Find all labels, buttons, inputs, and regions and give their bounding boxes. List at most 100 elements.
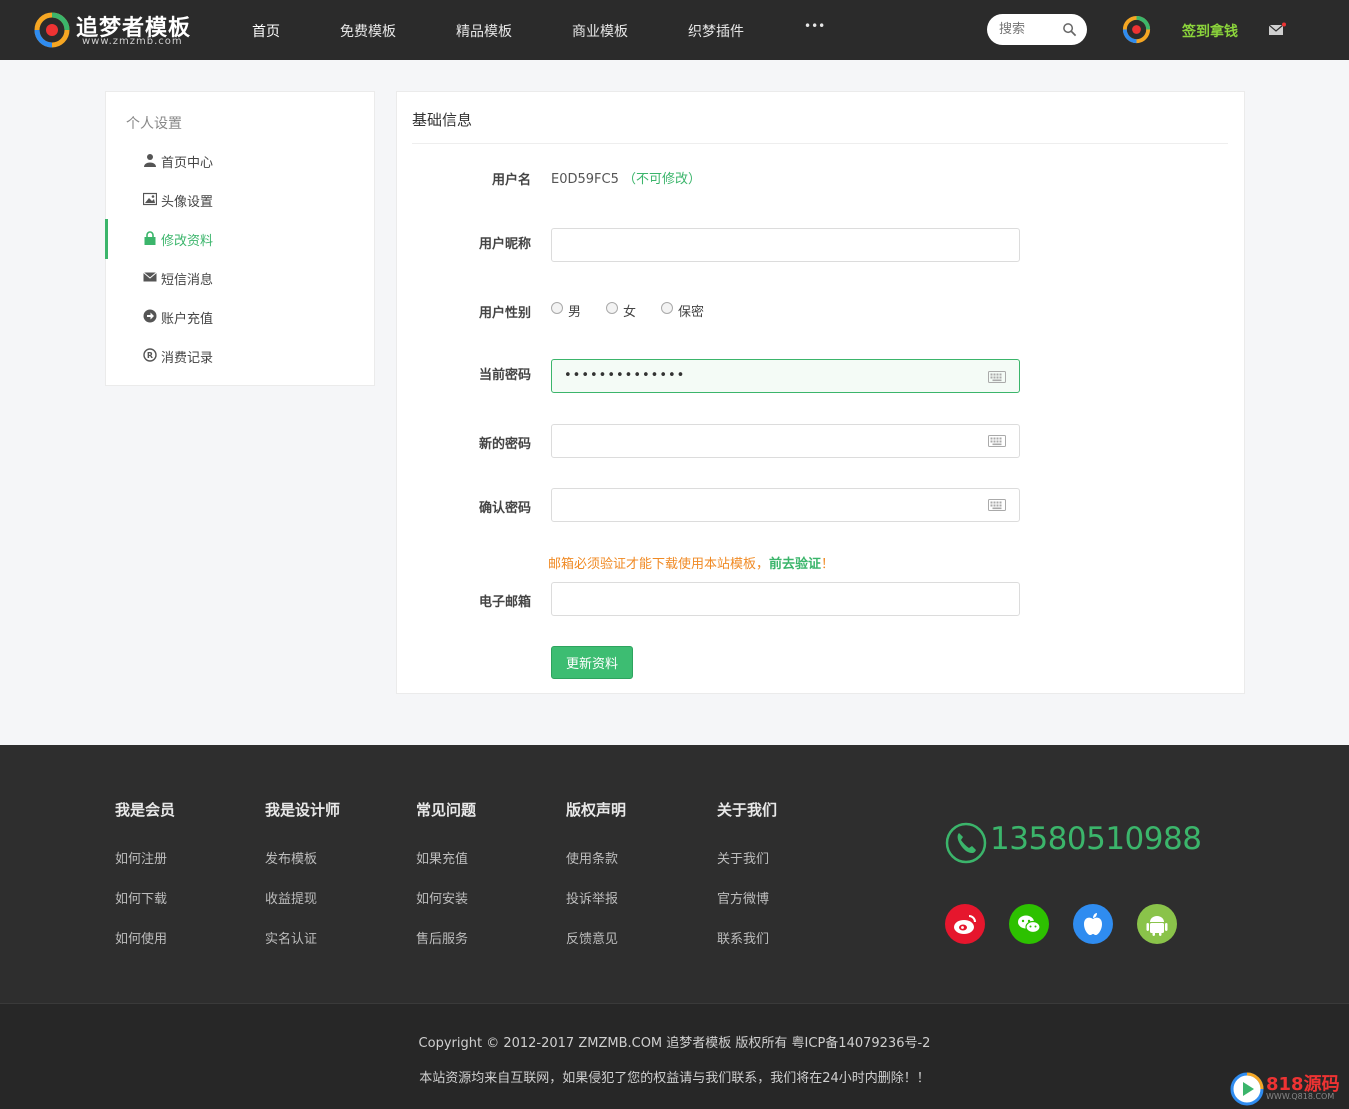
site-footer: 我是会员 如何注册 如何下载 如何使用 我是设计师 发布模板 收益提现 实名认证… <box>0 745 1349 1003</box>
warning-end: ！ <box>821 557 835 572</box>
apple-button[interactable] <box>1073 904 1113 944</box>
nav-item-premium-templates[interactable]: 精品模板 <box>456 21 512 41</box>
watermark-subtext: WWW.Q818.COM <box>1266 1092 1335 1101</box>
logo-icon <box>34 12 70 48</box>
nickname-label: 用户昵称 <box>478 237 531 252</box>
settings-sidebar: 个人设置 首页中心 头像设置 修改资料 短信消息 账户充值 R 消费记录 <box>105 91 375 386</box>
footer-link[interactable]: 收益提现 <box>265 888 317 907</box>
footer-col-title: 关于我们 <box>717 801 778 819</box>
footer-col-title: 我是设计师 <box>265 801 341 819</box>
update-profile-button[interactable]: 更新资料 <box>551 646 633 679</box>
footer-link[interactable]: 如何使用 <box>115 928 167 947</box>
new-password-input[interactable] <box>551 424 1020 458</box>
sidebar-item-label: 账户充值 <box>161 312 214 327</box>
footer-link[interactable]: 投诉举报 <box>566 888 618 907</box>
site-logo[interactable]: 追梦者模板 www.zmzmb.com <box>32 8 207 52</box>
wechat-button[interactable] <box>1009 904 1049 944</box>
panel-divider <box>412 143 1228 144</box>
confirm-password-input[interactable] <box>551 488 1020 522</box>
warning-text: 邮箱必须验证才能下载使用本站模板， <box>548 557 770 572</box>
email-label: 电子邮箱 <box>478 595 531 610</box>
disclaimer-text: 本站资源均来自互联网，如果侵犯了您的权益请与我们联系，我们将在24小时内删除！！ <box>419 1071 930 1086</box>
footer-link[interactable]: 如何下载 <box>115 888 167 907</box>
watermark-logo: 818源码 WWW.Q818.COM <box>1230 1070 1342 1106</box>
android-button[interactable] <box>1137 904 1177 944</box>
footer-link[interactable]: 实名认证 <box>265 928 317 947</box>
logo-subtitle: www.zmzmb.com <box>82 36 183 47</box>
gender-option-label: 保密 <box>678 305 705 320</box>
search-box <box>987 14 1087 45</box>
copyright-text: Copyright © 2012-2017 ZMZMB.COM 追梦者模板 版权… <box>418 1036 931 1051</box>
verify-email-link[interactable]: 前去验证 <box>769 557 821 572</box>
sidebar-item-label: 消费记录 <box>161 351 214 366</box>
sidebar-item-label: 修改资料 <box>161 234 214 249</box>
gender-option-label: 男 <box>568 305 582 320</box>
footer-link[interactable]: 关于我们 <box>717 848 769 867</box>
gender-radio-secret[interactable] <box>661 302 673 314</box>
sidebar-title: 个人设置 <box>126 116 182 132</box>
sidebar-item-recharge[interactable]: 账户充值 <box>106 302 374 332</box>
new-password-label: 新的密码 <box>478 437 531 452</box>
footer-col-title: 版权声明 <box>566 801 627 819</box>
nav-item-free-templates[interactable]: 免费模板 <box>340 21 396 41</box>
footer-link[interactable]: 使用条款 <box>566 848 618 867</box>
search-icon[interactable] <box>1062 22 1077 37</box>
weibo-icon <box>954 915 976 934</box>
current-password-label: 当前密码 <box>478 368 531 383</box>
sidebar-item-spending-records[interactable]: R 消费记录 <box>106 341 374 371</box>
svg-text:R: R <box>147 351 153 360</box>
username-label: 用户名 <box>491 173 531 188</box>
footer-col-title: 常见问题 <box>416 801 477 819</box>
footer-link[interactable]: 发布模板 <box>265 848 317 867</box>
footer-link[interactable]: 如果充值 <box>416 848 468 867</box>
envelope-icon <box>143 272 157 282</box>
nav-item-home[interactable]: 首页 <box>252 21 280 41</box>
footer-link[interactable]: 联系我们 <box>717 928 769 947</box>
footer-link[interactable]: 反馈意见 <box>566 928 618 947</box>
footer-col-title: 我是会员 <box>115 801 176 819</box>
sidebar-item-home-center[interactable]: 首页中心 <box>106 146 374 176</box>
weibo-button[interactable] <box>945 904 985 944</box>
play-badge-icon <box>1230 1072 1264 1106</box>
keyboard-icon[interactable] <box>988 499 1006 511</box>
lock-icon <box>144 231 156 245</box>
email-input[interactable] <box>551 582 1020 616</box>
contact-phone: 13580510988 <box>990 821 1202 857</box>
footer-link[interactable]: 售后服务 <box>416 928 468 947</box>
gender-label: 用户性别 <box>478 306 531 321</box>
phone-icon <box>945 822 987 864</box>
keyboard-icon[interactable] <box>988 435 1006 447</box>
username-display: E0D59FC5 （不可修改） <box>551 168 701 187</box>
mail-icon[interactable] <box>1268 22 1286 38</box>
footer-link[interactable]: 如何安装 <box>416 888 468 907</box>
nickname-input[interactable] <box>551 228 1020 262</box>
sidebar-item-messages[interactable]: 短信消息 <box>106 263 374 293</box>
username-value: E0D59FC5 <box>551 172 619 187</box>
sidebar-item-edit-profile[interactable]: 修改资料 <box>105 219 374 259</box>
nav-more-button[interactable]: ••• <box>804 19 825 33</box>
search-input[interactable] <box>999 20 1059 39</box>
nav-item-dede-plugins[interactable]: 织梦插件 <box>688 21 744 41</box>
panel-title: 基础信息 <box>412 111 473 129</box>
sidebar-item-label: 头像设置 <box>161 195 214 210</box>
user-icon <box>144 154 156 167</box>
confirm-password-label: 确认密码 <box>478 501 531 516</box>
current-password-input[interactable]: •••••••••••••• <box>551 359 1020 393</box>
circle-arrow-icon <box>143 309 157 323</box>
nav-item-commercial-templates[interactable]: 商业模板 <box>572 21 628 41</box>
sidebar-item-avatar-settings[interactable]: 头像设置 <box>106 185 374 215</box>
apple-icon <box>1084 913 1102 935</box>
footer-link[interactable]: 官方微博 <box>717 888 769 907</box>
profile-form-panel: 基础信息 用户名 E0D59FC5 （不可修改） 用户昵称 用户性别 男 女 保… <box>396 91 1245 694</box>
android-icon <box>1146 916 1168 936</box>
gender-option-label: 女 <box>623 305 637 320</box>
gender-radio-female[interactable] <box>606 302 618 314</box>
sidebar-item-label: 短信消息 <box>161 273 214 288</box>
footer-bottom-bar: Copyright © 2012-2017 ZMZMB.COM 追梦者模板 版权… <box>0 1003 1349 1109</box>
user-avatar-icon[interactable] <box>1121 14 1152 45</box>
footer-link[interactable]: 如何注册 <box>115 848 167 867</box>
sign-in-reward-link[interactable]: 签到拿钱 <box>1182 21 1238 41</box>
keyboard-icon[interactable] <box>988 371 1006 383</box>
gender-radio-male[interactable] <box>551 302 563 314</box>
wechat-icon <box>1018 915 1041 934</box>
